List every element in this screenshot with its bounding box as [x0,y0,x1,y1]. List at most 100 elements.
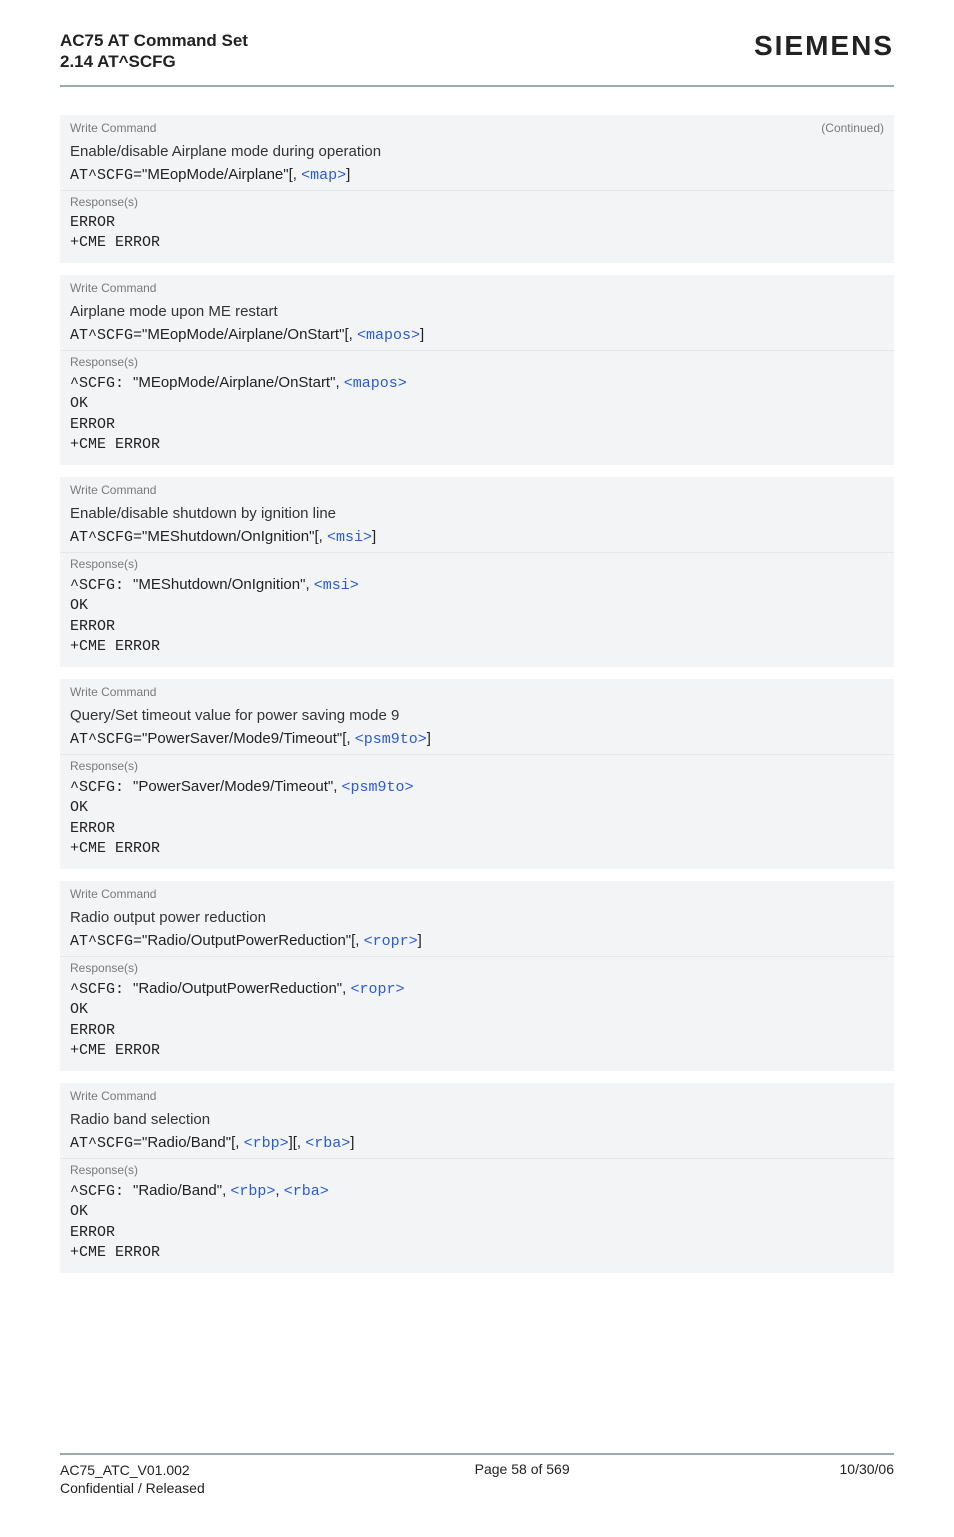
doc-section: 2.14 AT^SCFG [60,51,248,72]
parameter-link[interactable]: <psm9to> [355,731,427,748]
responses-label: Response(s) [60,956,894,979]
command-block: Write Command Airplane mode upon ME resta… [60,275,894,465]
command-block: Write Command(Continued)Enable/disable A… [60,115,894,264]
page-footer: AC75_ATC_V01.002 Confidential / Released… [60,1453,894,1497]
parameter-link[interactable]: <msi> [314,577,359,594]
comma-separator: , [305,576,313,593]
response-ok: OK [70,1000,884,1020]
response-string: "MEShutdown/OnIgnition" [133,576,305,593]
response-ok: OK [70,394,884,414]
footer-version: AC75_ATC_V01.002 [60,1461,205,1479]
response-error: ERROR [70,415,884,435]
responses-label: Response(s) [60,350,894,373]
footer-date: 10/30/06 [840,1461,895,1477]
bracket-close: ] [350,1134,354,1151]
command-description: Radio band selection [60,1109,894,1134]
command-syntax: AT^SCFG="Radio/OutputPowerReduction"[, <… [60,932,894,956]
bracket-open: [, [289,166,302,183]
parameter-link[interactable]: <mapos> [344,375,407,392]
command-syntax: AT^SCFG="Radio/Band"[, <rbp>][, <rba>] [60,1134,894,1158]
bracket-close: ] [346,166,350,183]
response-body: ^SCFG: "MEopMode/Airplane/OnStart", <map… [60,373,894,459]
command-description: Airplane mode upon ME restart [60,301,894,326]
response-cme-error: +CME ERROR [70,1041,884,1061]
parameter-link[interactable]: <map> [301,167,346,184]
command-syntax: AT^SCFG="MEopMode/Airplane"[, <map>] [60,166,894,190]
command-block: Write Command Enable/disable shutdown by … [60,477,894,667]
bracket-close: ] [372,528,376,545]
response-string: "Radio/Band" [133,1182,222,1199]
command-description: Radio output power reduction [60,907,894,932]
block-header: Write Command [60,275,894,301]
write-command-label: Write Command [70,1089,156,1103]
response-cme-error: +CME ERROR [70,435,884,455]
brand-logo: SIEMENS [754,30,894,62]
write-command-label: Write Command [70,281,156,295]
command-syntax: AT^SCFG="MEShutdown/OnIgnition"[, <msi>] [60,528,894,552]
write-command-label: Write Command [70,483,156,497]
response-cme-error: +CME ERROR [70,637,884,657]
block-header: Write Command [60,881,894,907]
response-string: "Radio/OutputPowerReduction" [133,980,342,997]
at-prefix: AT^SCFG= [70,933,142,950]
parameter-link[interactable]: <ropr> [350,981,404,998]
scfg-prefix: ^SCFG: [70,375,133,392]
parameter-link[interactable]: <psm9to> [342,779,414,796]
at-prefix: AT^SCFG= [70,731,142,748]
command-syntax: AT^SCFG="MEopMode/Airplane/OnStart"[, <m… [60,326,894,350]
footer-confidential: Confidential / Released [60,1479,205,1497]
response-error: ERROR [70,1021,884,1041]
scfg-prefix: ^SCFG: [70,981,133,998]
response-body: ^SCFG: "Radio/Band", <rbp>, <rba>OKERROR… [60,1181,894,1267]
response-body: ^SCFG: "MEShutdown/OnIgnition", <msi>OKE… [60,575,894,661]
response-ok: OK [70,798,884,818]
response-ok: OK [70,596,884,616]
response-string: "MEopMode/Airplane/OnStart" [133,374,335,391]
bracket-open: [, [314,528,327,545]
bracket-close: ] [427,730,431,747]
response-echo-line: ^SCFG: "Radio/Band", <rbp>, <rba> [70,1181,884,1202]
responses-label: Response(s) [60,190,894,213]
doc-title: AC75 AT Command Set [60,30,248,51]
command-description: Enable/disable shutdown by ignition line [60,503,894,528]
parameter-link[interactable]: <msi> [327,529,372,546]
response-error: ERROR [70,819,884,839]
comma-separator: , [333,778,341,795]
parameter-link[interactable]: <rba> [284,1183,329,1200]
parameter-link[interactable]: <ropr> [364,933,418,950]
command-string: "Radio/OutputPowerReduction" [142,932,351,949]
write-command-label: Write Command [70,685,156,699]
footer-left: AC75_ATC_V01.002 Confidential / Released [60,1461,205,1497]
responses-label: Response(s) [60,754,894,777]
command-description: Enable/disable Airplane mode during oper… [60,141,894,166]
parameter-link[interactable]: <rbp> [244,1135,289,1152]
response-string: "PowerSaver/Mode9/Timeout" [133,778,333,795]
command-syntax: AT^SCFG="PowerSaver/Mode9/Timeout"[, <ps… [60,730,894,754]
bracket-open: [, [293,1134,306,1151]
block-header: Write Command(Continued) [60,115,894,141]
command-string: "MEopMode/Airplane/OnStart" [142,326,344,343]
comma-separator: , [275,1182,283,1199]
page-header: AC75 AT Command Set 2.14 AT^SCFG SIEMENS [60,30,894,73]
command-description: Query/Set timeout value for power saving… [60,705,894,730]
response-cme-error: +CME ERROR [70,233,884,253]
response-body: ^SCFG: "PowerSaver/Mode9/Timeout", <psm9… [60,777,894,863]
command-string: "PowerSaver/Mode9/Timeout" [142,730,342,747]
continued-label: (Continued) [821,121,884,135]
bracket-open: [, [342,730,355,747]
block-header: Write Command [60,1083,894,1109]
responses-label: Response(s) [60,552,894,575]
response-body: ERROR+CME ERROR [60,213,894,258]
write-command-label: Write Command [70,887,156,901]
response-ok: OK [70,1202,884,1222]
parameter-link[interactable]: <mapos> [357,327,420,344]
parameter-link[interactable]: <rbp> [230,1183,275,1200]
parameter-link[interactable]: <rba> [305,1135,350,1152]
comma-separator: , [335,374,343,391]
at-prefix: AT^SCFG= [70,167,142,184]
at-prefix: AT^SCFG= [70,327,142,344]
response-echo-line: ^SCFG: "PowerSaver/Mode9/Timeout", <psm9… [70,777,884,798]
command-block: Write CommandRadio band selectionAT^SCFG… [60,1083,894,1273]
block-header: Write Command [60,679,894,705]
command-block: Write Command Radio output power reductio… [60,881,894,1071]
